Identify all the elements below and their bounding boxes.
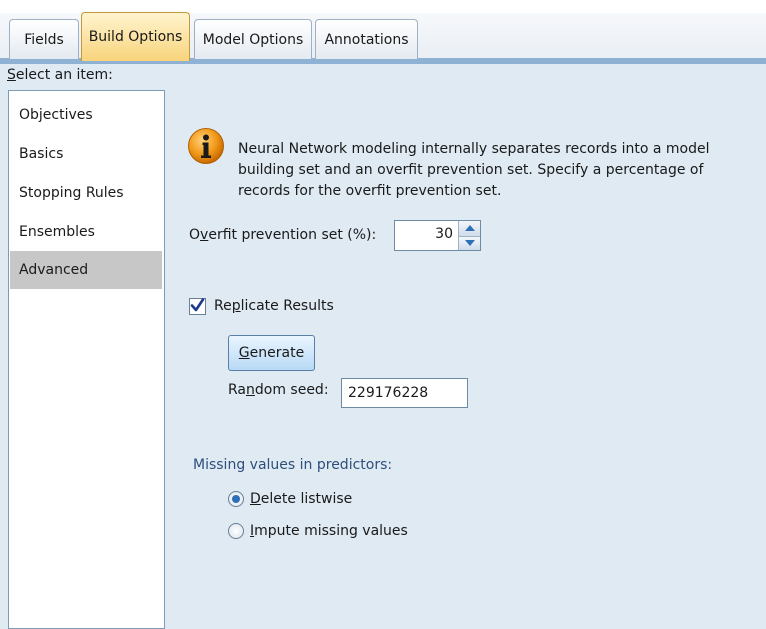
list-item-ensembles[interactable]: Ensembles [10, 213, 162, 251]
radio-selected-dot [232, 495, 240, 503]
overfit-spinner[interactable]: 30 [394, 220, 481, 251]
missing-values-label: Missing values in predictors: [193, 457, 393, 473]
spin-up-button[interactable] [459, 221, 480, 236]
list-item-advanced[interactable]: Advanced [10, 251, 162, 289]
list-item-basics[interactable]: Basics [10, 135, 162, 173]
tab-fields[interactable]: Fields [9, 19, 79, 59]
tab-model-options[interactable]: Model Options [194, 19, 312, 59]
radio-impute-missing[interactable] [228, 523, 244, 539]
delete-listwise-label[interactable]: Delete listwise [250, 491, 352, 507]
generate-button[interactable]: Generate [228, 335, 315, 371]
tab-annotations[interactable]: Annotations [315, 19, 418, 59]
overfit-label: Overfit prevention set (%): [189, 227, 377, 243]
item-list[interactable]: Objectives Basics Stopping Rules Ensembl… [8, 90, 165, 629]
replicate-label[interactable]: Replicate Results [214, 298, 334, 314]
spinner-buttons [458, 221, 480, 250]
select-item-label: Select an item: [7, 67, 113, 83]
list-item-stopping-rules[interactable]: Stopping Rules [10, 174, 162, 212]
list-item-objectives[interactable]: Objectives [10, 96, 162, 134]
random-seed-label: Random seed: [228, 382, 329, 398]
spin-down-button[interactable] [459, 235, 480, 250]
triangle-up-icon [464, 225, 475, 232]
dialog-root: Fields Build Options Model Options Annot… [0, 0, 766, 629]
tab-strip: Fields Build Options Model Options Annot… [0, 0, 766, 64]
checkmark-icon [190, 298, 205, 312]
radio-delete-listwise[interactable] [228, 491, 244, 507]
random-seed-input[interactable] [341, 378, 468, 408]
tab-build-options[interactable]: Build Options [81, 12, 190, 61]
info-icon [188, 128, 224, 164]
impute-missing-label[interactable]: Impute missing values [250, 523, 408, 539]
overfit-value[interactable]: 30 [435, 226, 453, 242]
triangle-down-icon [464, 240, 475, 247]
replicate-checkbox[interactable] [189, 298, 206, 315]
info-message: Neural Network modeling internally separ… [238, 141, 710, 199]
